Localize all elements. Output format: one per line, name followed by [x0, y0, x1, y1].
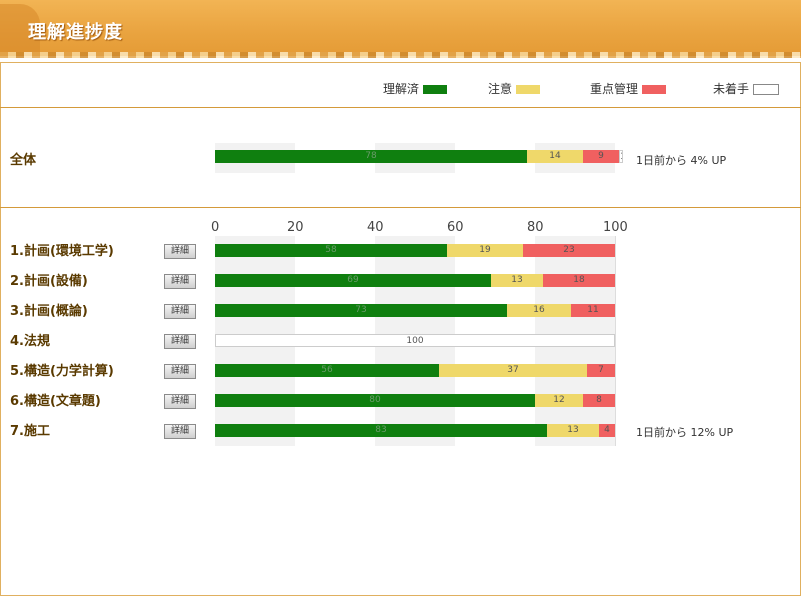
- caution-segment: 19: [447, 244, 523, 257]
- subject-change-note: 1日前から 12% UP: [636, 426, 734, 439]
- not-started-segment: 100: [215, 334, 615, 347]
- page-title: 理解進捗度: [28, 22, 123, 43]
- detail-button[interactable]: 詳細: [164, 244, 196, 259]
- understood-segment: 80: [215, 394, 535, 407]
- subject-bar: 56 37 7: [215, 364, 615, 377]
- legend-label: 注意: [488, 82, 513, 96]
- priority-segment: 7: [587, 364, 615, 377]
- priority-segment: 11: [571, 304, 615, 317]
- understood-segment: 78: [215, 150, 527, 163]
- understood-segment: 58: [215, 244, 447, 257]
- axis-tick-label: 80: [527, 220, 544, 235]
- priority-segment: 4: [599, 424, 615, 437]
- axis-tick-label: 20: [287, 220, 304, 235]
- caution-segment: 12: [535, 394, 583, 407]
- caution-segment: 16: [507, 304, 571, 317]
- divider-overall: [0, 207, 801, 208]
- legend-swatch: [753, 84, 780, 95]
- not-started-segment: 1: [619, 150, 623, 163]
- priority-segment: 8: [583, 394, 615, 407]
- caution-segment: 37: [439, 364, 587, 377]
- detail-button[interactable]: 詳細: [164, 274, 196, 289]
- caution-segment: 14: [527, 150, 583, 163]
- legend-label: 重点管理: [590, 82, 639, 96]
- axis-tick-label: 100: [603, 220, 628, 235]
- understood-segment: 83: [215, 424, 547, 437]
- understood-segment: 69: [215, 274, 491, 287]
- legend-item: 未着手: [713, 80, 780, 97]
- subject-label: 4.法規: [10, 334, 50, 349]
- axis-tick-label: 40: [367, 220, 384, 235]
- detail-button[interactable]: 詳細: [164, 334, 196, 349]
- gridline: [615, 236, 616, 446]
- caution-segment: 13: [547, 424, 599, 437]
- subject-label: 7.施工: [10, 424, 50, 439]
- detail-button[interactable]: 詳細: [164, 394, 196, 409]
- priority-segment: 23: [523, 244, 615, 257]
- subject-label: 6.構造(文章題): [10, 394, 101, 409]
- legend-swatch: [423, 85, 448, 94]
- priority-segment: 18: [543, 274, 615, 287]
- subject-label: 1.計画(環境工学): [10, 244, 114, 259]
- priority-segment: 9: [583, 150, 619, 163]
- legend-item: 理解済: [383, 80, 448, 97]
- subject-bar: 100: [215, 334, 615, 347]
- subject-bar: 69 13 18: [215, 274, 615, 287]
- overall-bar: 781491: [215, 150, 623, 163]
- overall-change-note: 1日前から 4% UP: [636, 154, 727, 167]
- legend-swatch: [516, 85, 541, 94]
- legend-item: 重点管理: [590, 80, 667, 97]
- legend-swatch: [642, 85, 667, 94]
- subject-bar: 83 13 4: [215, 424, 615, 437]
- subject-bar: 80 12 8: [215, 394, 615, 407]
- subject-bar: 58 19 23: [215, 244, 615, 257]
- understood-segment: 56: [215, 364, 439, 377]
- caution-segment: 13: [491, 274, 543, 287]
- understood-segment: 73: [215, 304, 507, 317]
- page-header: 理解進捗度: [0, 0, 801, 56]
- detail-button[interactable]: 詳細: [164, 304, 196, 319]
- legend-label: 未着手: [713, 82, 750, 96]
- subject-label: 2.計画(設備): [10, 274, 88, 289]
- detail-button[interactable]: 詳細: [164, 424, 196, 439]
- subject-label: 5.構造(力学計算): [10, 364, 114, 379]
- legend-item: 注意: [488, 80, 541, 97]
- legend-label: 理解済: [383, 82, 420, 96]
- axis-tick-label: 0: [211, 220, 220, 235]
- overall-label: 全体: [10, 153, 37, 168]
- subject-label: 3.計画(概論): [10, 304, 88, 319]
- axis-tick-label: 60: [447, 220, 464, 235]
- header-pattern-strip: [0, 52, 801, 58]
- detail-button[interactable]: 詳細: [164, 364, 196, 379]
- subject-bar: 73 16 11: [215, 304, 615, 317]
- divider-legend: [0, 107, 801, 108]
